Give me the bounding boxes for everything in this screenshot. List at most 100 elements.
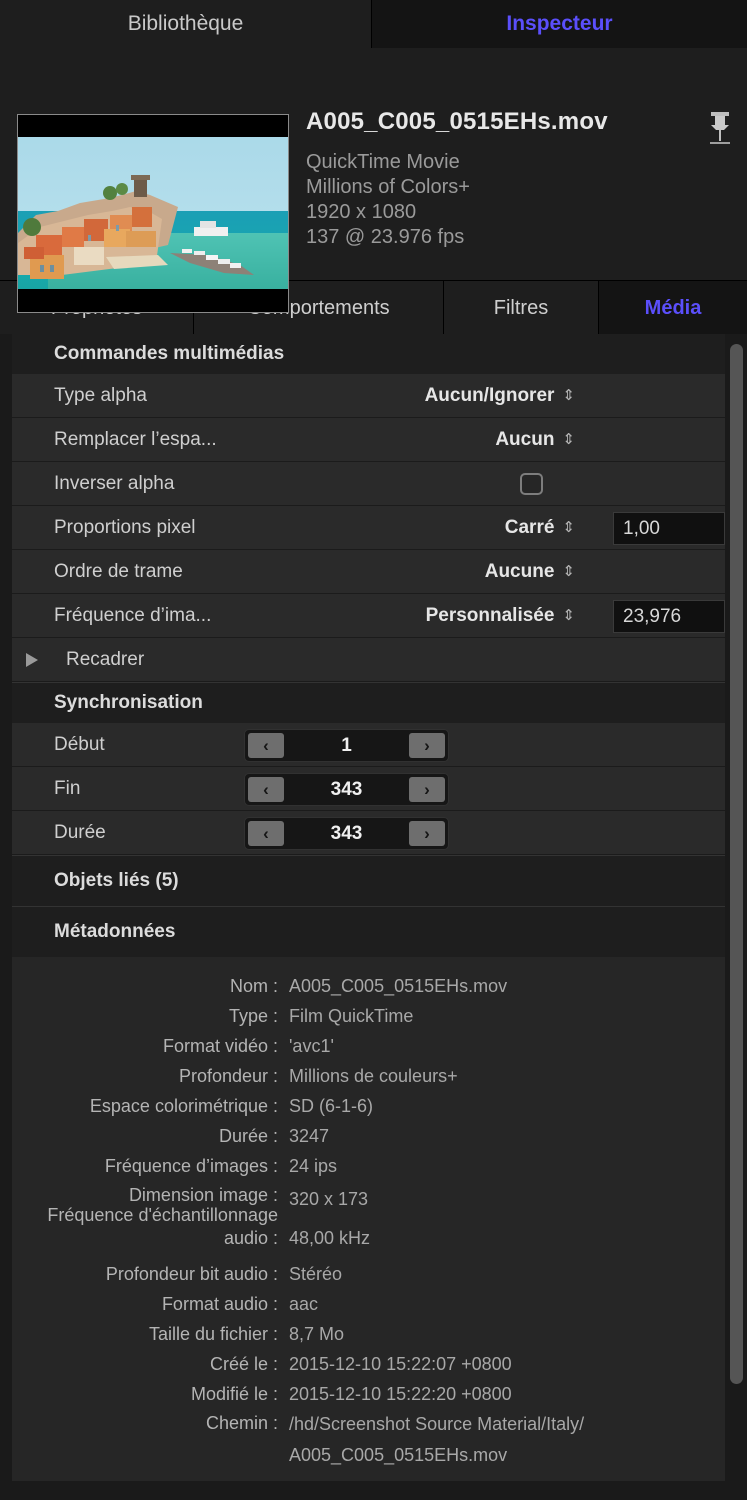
vertical-scrollbar[interactable] xyxy=(730,344,743,1490)
letterbox-bottom xyxy=(18,289,288,312)
row-ordre-trame-value: Aucune xyxy=(485,561,555,582)
fin-increment-button[interactable]: › xyxy=(409,777,445,802)
duree-increment-button[interactable]: › xyxy=(409,821,445,846)
metadata-label: Nom : xyxy=(12,971,289,1001)
metadata-row: Taille du fichier : 8,7 Mo xyxy=(12,1319,725,1349)
metadata-row: Type : Film QuickTime xyxy=(12,1001,725,1031)
metadata-table: Nom : A005_C005_0515EHs.mov Type : Film … xyxy=(12,957,725,1481)
media-thumbnail[interactable] xyxy=(17,114,289,313)
inverser-alpha-checkbox[interactable] xyxy=(520,473,543,495)
scrollbar-thumb[interactable] xyxy=(730,344,743,1384)
fin-value[interactable]: 343 xyxy=(287,774,406,805)
metadata-value: 8,7 Mo xyxy=(289,1319,725,1349)
duree-value[interactable]: 343 xyxy=(287,818,406,849)
row-proportions-pixel-popup[interactable]: Carré⇕ xyxy=(505,506,575,550)
tab-media-label: Média xyxy=(645,297,702,319)
row-ordre-trame-popup[interactable]: Aucune ⇕ xyxy=(485,550,575,594)
row-type-alpha-popup[interactable]: Aucun/Ignorer⇕ xyxy=(425,374,575,418)
row-remplacer-espace-popup[interactable]: Aucun⇕ xyxy=(495,418,575,462)
tab-media[interactable]: Média xyxy=(599,281,747,335)
media-header: A005_C005_0515EHs.mov QuickTime Movie Mi… xyxy=(0,48,747,280)
metadata-label: Taille du fichier : xyxy=(12,1319,289,1349)
metadata-row: Durée : 3247 xyxy=(12,1121,725,1151)
debut-decrement-button[interactable]: ‹ xyxy=(248,733,284,758)
metadata-value: 2015-12-10 15:22:07 +0800 xyxy=(289,1349,725,1379)
metadata-value: 320 x 173 xyxy=(289,1181,725,1217)
duree-stepper[interactable]: ‹ 343 › xyxy=(244,817,449,850)
row-frequence-images-popup[interactable]: Personnalisée ⇕ xyxy=(426,594,575,638)
inspector-body: Commandes multimédias Type alpha Aucun/I… xyxy=(0,334,747,1500)
metadata-row: Format audio : aac xyxy=(12,1289,725,1319)
row-recadrer[interactable]: Recadrer xyxy=(12,638,725,682)
metadata-row: Modifié le : 2015-12-10 15:22:20 +0800 xyxy=(12,1379,725,1409)
tab-bibliotheque[interactable]: Bibliothèque xyxy=(0,0,372,48)
row-ordre-trame[interactable]: Ordre de trame Aucune ⇕ xyxy=(12,550,725,594)
chevron-updown-icon: ⇕ xyxy=(562,550,575,594)
metadata-label: Fréquence d’images : xyxy=(12,1151,289,1181)
metadata-row: Profondeur bit audio : Stéréo xyxy=(12,1259,725,1289)
row-inverser-alpha[interactable]: Inverser alpha xyxy=(12,462,725,506)
frequence-images-field[interactable]: 23,976 xyxy=(613,600,725,633)
debut-value[interactable]: 1 xyxy=(287,730,406,761)
fin-stepper[interactable]: ‹ 343 › xyxy=(244,773,449,806)
duree-decrement-button[interactable]: ‹ xyxy=(248,821,284,846)
section-header-objets-lies[interactable]: Objets liés (5) xyxy=(12,856,725,906)
row-type-alpha[interactable]: Type alpha Aucun/Ignorer⇕ xyxy=(12,374,725,418)
inspector-panel: Bibliothèque Inspecteur xyxy=(0,0,747,1500)
pushpin-icon[interactable] xyxy=(705,110,735,148)
metadata-label: Chemin : xyxy=(12,1409,289,1471)
row-inverser-alpha-label: Inverser alpha xyxy=(54,462,174,506)
row-proportions-pixel-value: Carré xyxy=(505,517,555,538)
tab-filtres-label: Filtres xyxy=(494,297,548,319)
metadata-row: Format vidéo : 'avc1' xyxy=(12,1031,725,1061)
tab-filtres[interactable]: Filtres xyxy=(444,281,599,335)
metadata-row: Nom : A005_C005_0515EHs.mov xyxy=(12,971,725,1001)
metadata-label: Fréquence d'échantillonnage audio : xyxy=(12,1201,289,1259)
metadata-value: 'avc1' xyxy=(289,1031,725,1061)
proportions-pixel-field-value: 1,00 xyxy=(614,513,724,544)
section-header-metadonnees[interactable]: Métadonnées xyxy=(12,907,725,957)
metadata-label: Durée : xyxy=(12,1121,289,1151)
tab-inspecteur[interactable]: Inspecteur xyxy=(372,0,747,48)
metadata-row: Chemin : /hd/Screenshot Source Material/… xyxy=(12,1409,725,1471)
media-filename: A005_C005_0515EHs.mov xyxy=(306,108,707,136)
metadata-value: aac xyxy=(289,1289,725,1319)
debut-increment-button[interactable]: › xyxy=(409,733,445,758)
metadata-row: Fréquence d'échantillonnage audio : 48,0… xyxy=(12,1217,725,1259)
chevron-updown-icon: ⇕ xyxy=(562,594,575,638)
proportions-pixel-field[interactable]: 1,00 xyxy=(613,512,725,545)
metadata-label: Profondeur bit audio : xyxy=(12,1259,289,1289)
metadata-label: Créé le : xyxy=(12,1349,289,1379)
media-info: A005_C005_0515EHs.mov QuickTime Movie Mi… xyxy=(306,108,707,250)
thumbnail-image xyxy=(18,115,289,313)
row-duree[interactable]: Durée ‹ 343 › xyxy=(12,811,725,855)
row-frequence-images-value: Personnalisée xyxy=(426,605,555,626)
fin-decrement-button[interactable]: ‹ xyxy=(248,777,284,802)
metadata-label: Profondeur : xyxy=(12,1061,289,1091)
metadata-label: Type : xyxy=(12,1001,289,1031)
section-header-synchronisation[interactable]: Synchronisation xyxy=(12,683,725,723)
inspector-content: Commandes multimédias Type alpha Aucun/I… xyxy=(12,334,725,1500)
metadata-row: Créé le : 2015-12-10 15:22:07 +0800 xyxy=(12,1349,725,1379)
row-duree-label: Durée xyxy=(54,811,106,855)
metadata-value: 48,00 kHz xyxy=(289,1217,725,1259)
row-frequence-images-label: Fréquence d’ima... xyxy=(54,594,211,638)
frequence-images-field-value: 23,976 xyxy=(614,601,724,632)
metadata-value: /hd/Screenshot Source Material/Italy/ A0… xyxy=(289,1409,725,1471)
row-type-alpha-label: Type alpha xyxy=(54,374,147,418)
row-remplacer-espace-value: Aucun xyxy=(495,429,554,450)
row-type-alpha-value: Aucun/Ignorer xyxy=(425,385,555,406)
disclosure-triangle-icon[interactable] xyxy=(26,653,38,667)
row-frequence-images[interactable]: Fréquence d’ima... Personnalisée ⇕ 23,976 xyxy=(12,594,725,638)
row-debut[interactable]: Début ‹ 1 › xyxy=(12,723,725,767)
row-fin[interactable]: Fin ‹ 343 › xyxy=(12,767,725,811)
debut-stepper[interactable]: ‹ 1 › xyxy=(244,729,449,762)
row-ordre-trame-label: Ordre de trame xyxy=(54,550,183,594)
metadata-value: Stéréo xyxy=(289,1259,725,1289)
metadata-value: SD (6-1-6) xyxy=(289,1091,725,1121)
row-debut-label: Début xyxy=(54,723,105,767)
row-remplacer-espace[interactable]: Remplacer l’espa... Aucun⇕ xyxy=(12,418,725,462)
section-header-media-controls[interactable]: Commandes multimédias xyxy=(12,334,725,374)
metadata-row: Profondeur : Millions de couleurs+ xyxy=(12,1061,725,1091)
row-proportions-pixel[interactable]: Proportions pixel Carré⇕ 1,00 xyxy=(12,506,725,550)
